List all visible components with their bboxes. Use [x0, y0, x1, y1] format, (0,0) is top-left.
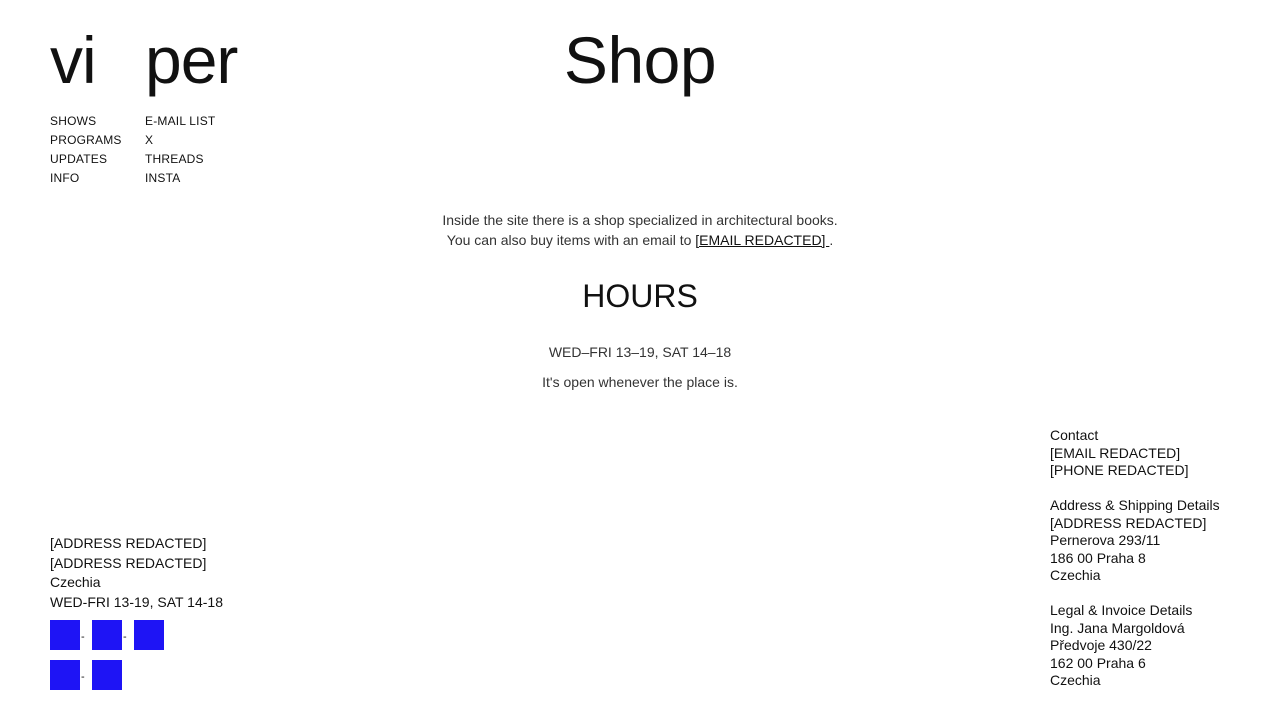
hours-schedule: WED–FRI 13–19, SAT 14–18 — [548, 344, 732, 360]
nav-link-updates[interactable]: UPDATES — [50, 152, 107, 166]
hours-heading: HOURS — [582, 278, 698, 314]
legal-heading: Legal & Invoice Details — [1050, 602, 1193, 618]
footer-country: Czechia — [50, 574, 101, 590]
nav-item-updates: UPDATES — [50, 150, 122, 169]
contact-phone[interactable]: [PHONE REDACTED] — [1050, 462, 1260, 480]
nav-link-x[interactable]: X — [145, 133, 153, 147]
social-square-icon[interactable] — [92, 620, 122, 650]
social-icons-row-2: - — [50, 660, 122, 690]
shop-intro: Inside the site there is a shop speciali… — [0, 210, 1280, 250]
hours-note: It's open whenever the place is. — [542, 374, 738, 390]
footer-hours: WED-FRI 13-19, SAT 14-18 — [50, 593, 223, 610]
social-separator: - — [81, 631, 85, 643]
legal-line-3: 162 00 Praha 6 — [1050, 654, 1146, 671]
intro-line-2: You can also buy items with an email to … — [0, 230, 1280, 250]
nav-link-info[interactable]: INFO — [50, 171, 79, 185]
nav-item-programs: PROGRAMS — [50, 131, 122, 150]
nav-link-email-list[interactable]: E-MAIL LIST — [145, 114, 215, 128]
social-square-icon[interactable] — [134, 620, 164, 650]
legal-line-2: Předvoje 430/22 — [1050, 637, 1152, 653]
nav-item-email-list: E-MAIL LIST — [145, 112, 237, 131]
social-icons-row-1: -- — [50, 620, 164, 650]
social-square-icon[interactable] — [50, 620, 80, 650]
shipping-section: Address & Shipping Details [ADDRESS REDA… — [1050, 497, 1260, 585]
shop-email-link[interactable]: [EMAIL REDACTED] — [695, 232, 829, 248]
social-nav: E-MAIL LIST X THREADS INSTA — [145, 112, 237, 188]
shipping-line-3: 186 00 Praha 8 — [1050, 549, 1146, 566]
shipping-heading: Address & Shipping Details — [1050, 497, 1220, 513]
contact-email[interactable]: [EMAIL REDACTED] — [1050, 445, 1260, 463]
nav-link-insta[interactable]: INSTA — [145, 171, 180, 185]
nav-item-info: INFO — [50, 169, 122, 188]
footer-address-line-1: [ADDRESS REDACTED] — [50, 535, 207, 551]
contact-heading: Contact — [1050, 427, 1099, 443]
legal-line-4: Czechia — [1050, 672, 1101, 688]
main-nav: SHOWS PROGRAMS UPDATES INFO — [50, 112, 122, 188]
nav-item-shows: SHOWS — [50, 112, 122, 131]
nav-link-threads[interactable]: THREADS — [145, 152, 204, 166]
footer-address: [ADDRESS REDACTED] [ADDRESS REDACTED] Cz… — [50, 534, 223, 612]
shipping-line-4: Czechia — [1050, 567, 1101, 583]
page-title: Shop — [563, 23, 717, 97]
intro-line-2-prefix: You can also buy items with an email to — [446, 232, 696, 248]
intro-line-1: Inside the site there is a shop speciali… — [442, 212, 838, 228]
footer-details: Contact [EMAIL REDACTED] [PHONE REDACTED… — [1050, 427, 1260, 707]
legal-line-1: Ing. Jana Margoldová — [1050, 619, 1185, 636]
social-separator: - — [123, 631, 127, 643]
shipping-line-2: Pernerova 293/11 — [1050, 532, 1161, 548]
footer-address-line-2: [ADDRESS REDACTED] — [50, 554, 207, 571]
nav-link-shows[interactable]: SHOWS — [50, 114, 96, 128]
nav-item-threads: THREADS — [145, 150, 237, 169]
contact-section: Contact [EMAIL REDACTED] [PHONE REDACTED… — [1050, 427, 1260, 480]
social-separator: - — [81, 671, 85, 683]
shipping-line-1: [ADDRESS REDACTED] — [1050, 514, 1207, 531]
nav-link-programs[interactable]: PROGRAMS — [50, 133, 122, 147]
page: vi SHOWS PROGRAMS UPDATES INFO per E-MAI… — [0, 0, 1280, 720]
intro-line-2-suffix: . — [829, 232, 834, 248]
social-square-icon[interactable] — [50, 660, 80, 690]
nav-item-x: X — [145, 131, 237, 150]
social-square-icon[interactable] — [92, 660, 122, 690]
legal-section: Legal & Invoice Details Ing. Jana Margol… — [1050, 602, 1260, 690]
nav-item-insta: INSTA — [145, 169, 237, 188]
